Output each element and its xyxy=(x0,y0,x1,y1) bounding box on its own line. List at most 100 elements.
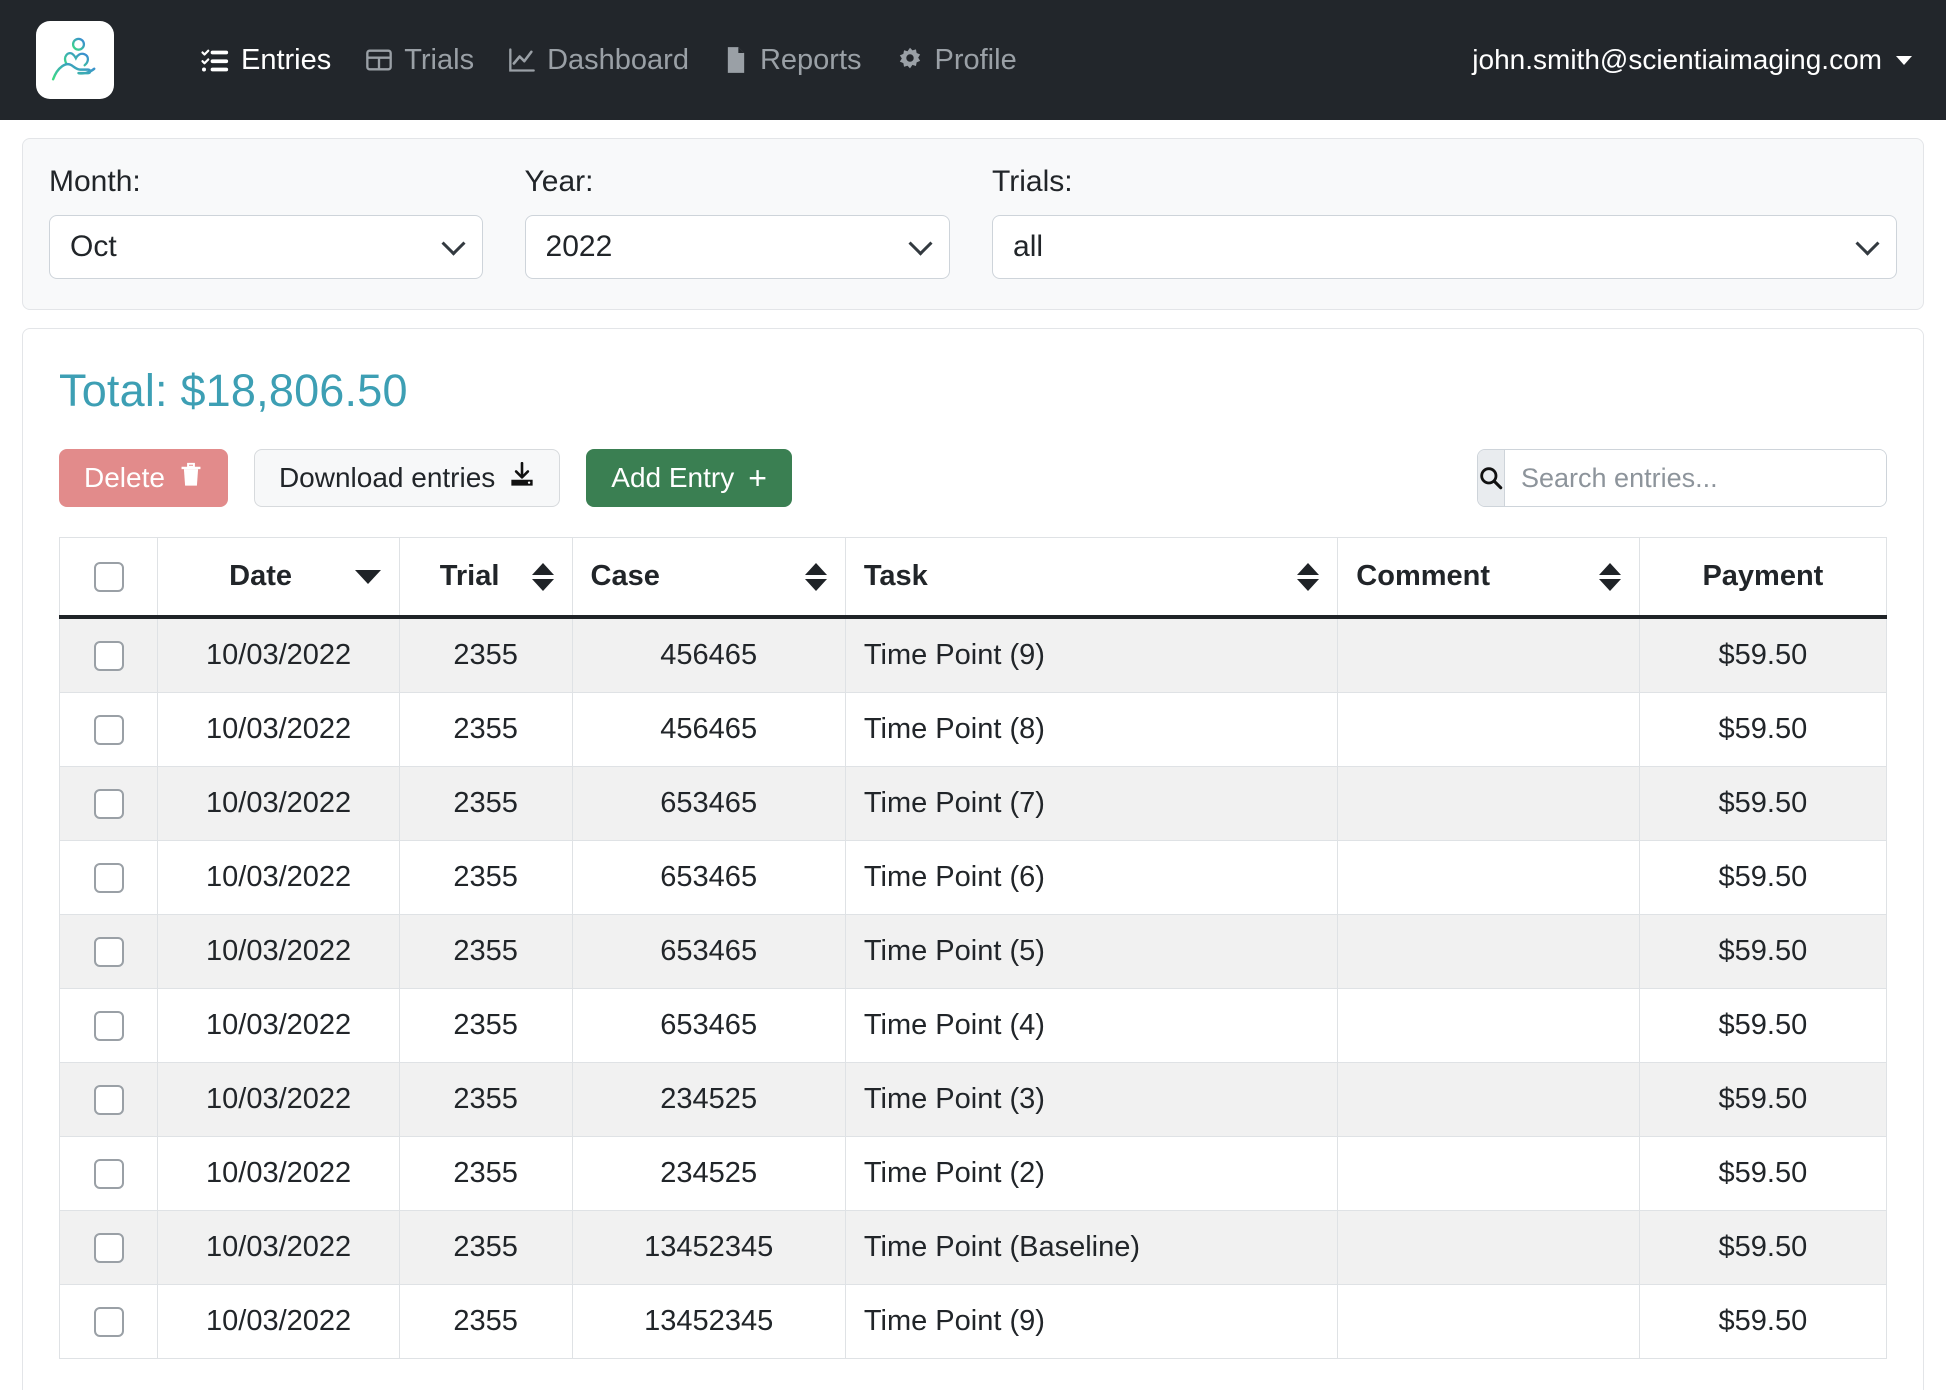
download-entries-button[interactable]: Download entries xyxy=(253,449,561,507)
table-row[interactable]: 10/03/2022 2355 234525 Time Point (3) $59.50 xyxy=(58,1062,1888,1137)
sort-toggle-icon[interactable] xyxy=(531,562,554,591)
user-menu[interactable]: john.smith@scientiaimaging.com xyxy=(1472,44,1912,76)
row-checkbox[interactable] xyxy=(93,1159,124,1190)
cell-trial: 2355 xyxy=(398,766,573,841)
column-header-date[interactable]: Date xyxy=(157,537,400,619)
trials-select-value: all xyxy=(1013,230,1044,263)
table-row[interactable]: 10/03/2022 2355 13452345 Time Point (Baseli… xyxy=(58,1210,1888,1285)
table-row[interactable]: 10/03/2022 2355 13452345 Time Point (9) $59.… xyxy=(58,1284,1888,1359)
column-header-select-all[interactable] xyxy=(58,537,159,619)
column-header-case[interactable]: Case xyxy=(571,537,846,619)
row-checkbox[interactable] xyxy=(93,1307,124,1338)
filter-trials: Trials: all xyxy=(992,165,1897,279)
cell-payment: $59.50 xyxy=(1638,692,1888,767)
table-row[interactable]: 10/03/2022 2355 456465 Time Point (9) $59.50 xyxy=(58,616,1888,693)
cell-payment: $59.50 xyxy=(1638,988,1888,1063)
select-all-checkbox[interactable] xyxy=(93,562,124,593)
nav-item-entries-label: Entries xyxy=(241,43,332,76)
nav-links: Entries Trials Dashboard Reports Profile xyxy=(200,44,1017,77)
month-select[interactable]: Oct xyxy=(49,215,483,279)
row-checkbox[interactable] xyxy=(93,1085,124,1116)
row-checkbox-cell[interactable] xyxy=(58,1136,159,1211)
table-row[interactable]: 10/03/2022 2355 653465 Time Point (5) $59.50 xyxy=(58,914,1888,989)
row-checkbox-cell[interactable] xyxy=(58,914,159,989)
sort-desc-icon[interactable] xyxy=(354,569,381,584)
nav-item-dashboard[interactable]: Dashboard xyxy=(508,44,689,77)
add-entry-button[interactable]: Add Entry + xyxy=(586,449,792,507)
cell-payment: $59.50 xyxy=(1638,1284,1888,1359)
cell-task: Time Point (5) xyxy=(844,914,1339,989)
year-select-value: 2022 xyxy=(545,230,613,263)
row-checkbox-cell[interactable] xyxy=(58,1062,159,1137)
table-row[interactable]: 10/03/2022 2355 653465 Time Point (4) $59.50 xyxy=(58,988,1888,1063)
nav-item-profile-label: Profile xyxy=(934,43,1017,76)
cell-comment xyxy=(1337,1062,1640,1137)
table-row[interactable]: 10/03/2022 2355 234525 Time Point (2) $59.50 xyxy=(58,1136,1888,1211)
row-checkbox[interactable] xyxy=(93,715,124,746)
row-checkbox-cell[interactable] xyxy=(58,692,159,767)
cell-payment: $59.50 xyxy=(1638,840,1888,915)
row-checkbox[interactable] xyxy=(93,789,124,820)
delete-button-label: Delete xyxy=(84,462,165,493)
brand-logo[interactable] xyxy=(36,21,114,99)
row-checkbox-cell[interactable] xyxy=(58,1210,159,1285)
sort-toggle-icon[interactable] xyxy=(1598,562,1621,591)
cell-case: 653465 xyxy=(571,988,846,1063)
search-input[interactable] xyxy=(1505,450,1886,506)
cell-task: Time Point (Baseline) xyxy=(844,1210,1339,1285)
cell-payment: $59.50 xyxy=(1638,914,1888,989)
file-doc-icon xyxy=(723,46,749,74)
chevron-down-icon xyxy=(440,231,466,256)
sort-toggle-icon[interactable] xyxy=(1297,562,1320,591)
table-row[interactable]: 10/03/2022 2355 653465 Time Point (7) $59.50 xyxy=(58,766,1888,841)
list-check-icon xyxy=(200,45,230,75)
column-header-comment[interactable]: Comment xyxy=(1337,537,1640,619)
trials-select[interactable]: all xyxy=(992,215,1897,279)
table-row[interactable]: 10/03/2022 2355 653465 Time Point (6) $59.50 xyxy=(58,840,1888,915)
nav-item-profile[interactable]: Profile xyxy=(896,44,1017,77)
top-navbar: Entries Trials Dashboard Reports Profile… xyxy=(0,0,1946,120)
cell-payment: $59.50 xyxy=(1638,1062,1888,1137)
cell-trial: 2355 xyxy=(398,988,573,1063)
cell-case: 653465 xyxy=(571,914,846,989)
month-select-value: Oct xyxy=(70,230,117,263)
cell-trial: 2355 xyxy=(398,692,573,767)
cell-case: 456465 xyxy=(571,692,846,767)
row-checkbox-cell[interactable] xyxy=(58,988,159,1063)
row-checkbox-cell[interactable] xyxy=(58,1284,159,1359)
cell-comment xyxy=(1337,1210,1640,1285)
cell-case: 653465 xyxy=(571,840,846,915)
column-header-task[interactable]: Task xyxy=(844,537,1339,619)
search-icon[interactable] xyxy=(1478,450,1505,506)
nav-item-trials[interactable]: Trials xyxy=(365,44,474,77)
column-header-trial[interactable]: Trial xyxy=(398,537,573,619)
row-checkbox[interactable] xyxy=(93,863,124,894)
nav-item-entries[interactable]: Entries xyxy=(200,44,331,77)
entries-table-wrap: Date Trial Case Task Comment Payment 10/… xyxy=(58,537,1888,1359)
cell-comment xyxy=(1337,616,1640,693)
row-checkbox[interactable] xyxy=(93,641,124,672)
cell-task: Time Point (9) xyxy=(844,616,1339,693)
column-header-case-label: Case xyxy=(590,560,660,592)
cell-task: Time Point (6) xyxy=(844,840,1339,915)
table-row[interactable]: 10/03/2022 2355 456465 Time Point (8) $59.50 xyxy=(58,692,1888,767)
delete-button[interactable]: Delete xyxy=(59,449,228,507)
row-checkbox[interactable] xyxy=(93,1011,124,1042)
trash-icon xyxy=(179,462,203,495)
row-checkbox-cell[interactable] xyxy=(58,840,159,915)
nav-item-reports[interactable]: Reports xyxy=(723,44,862,77)
column-header-comment-label: Comment xyxy=(1356,560,1491,592)
year-select[interactable]: 2022 xyxy=(524,215,951,279)
row-checkbox[interactable] xyxy=(93,937,124,968)
sort-toggle-icon[interactable] xyxy=(804,562,827,591)
cell-case: 653465 xyxy=(571,766,846,841)
cell-case: 234525 xyxy=(571,1136,846,1211)
row-checkbox-cell[interactable] xyxy=(58,616,159,693)
column-header-payment[interactable]: Payment xyxy=(1638,537,1888,619)
cell-comment xyxy=(1337,1284,1640,1359)
cell-date: 10/03/2022 xyxy=(157,766,400,841)
cell-date: 10/03/2022 xyxy=(157,840,400,915)
row-checkbox[interactable] xyxy=(93,1233,124,1264)
filter-month: Month: Oct xyxy=(49,165,483,279)
row-checkbox-cell[interactable] xyxy=(58,766,159,841)
